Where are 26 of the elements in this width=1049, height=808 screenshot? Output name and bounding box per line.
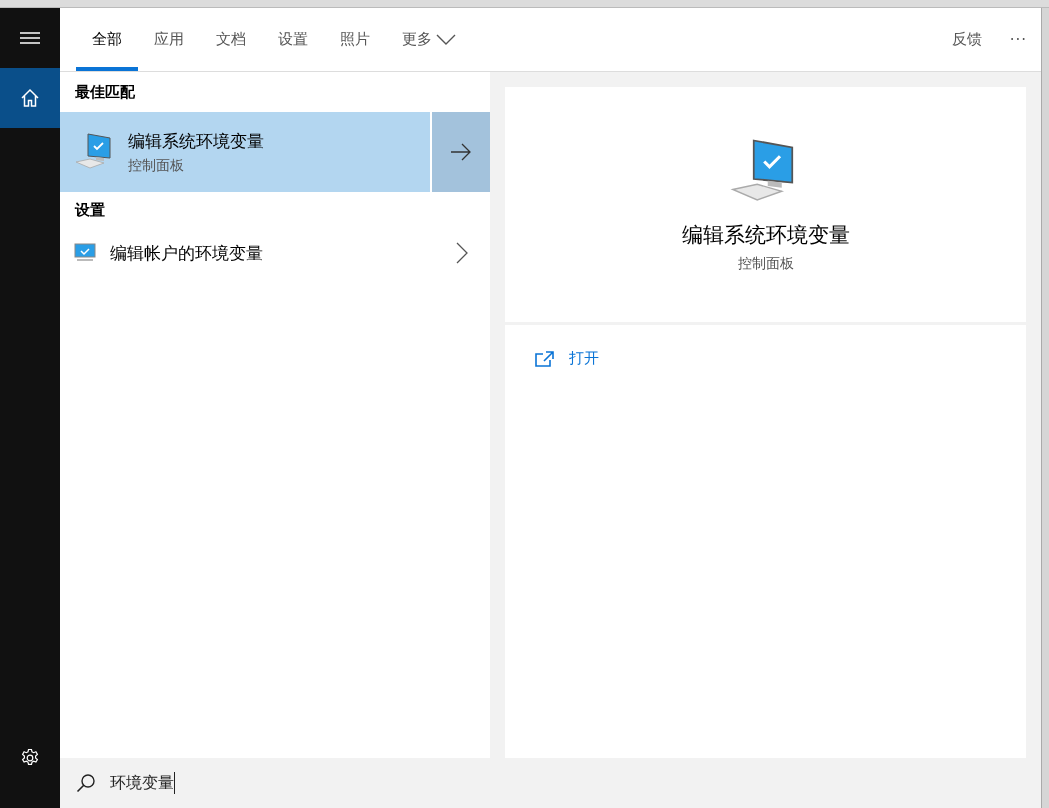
external-link-icon [535,350,555,367]
result-item[interactable]: 编辑系统环境变量 控制面板 [60,112,490,192]
filter-tab[interactable]: 照片 [324,8,386,71]
filter-tab[interactable]: 应用 [138,8,200,71]
filter-tab[interactable]: 设置 [262,8,324,71]
result-subtitle: 控制面板 [128,156,185,175]
preview-title: 编辑系统环境变量 [681,221,850,249]
feedback-link[interactable]: 反馈 [951,30,982,49]
home-icon [20,88,40,108]
home-button[interactable] [0,68,60,128]
more-button[interactable]: ··· [1009,30,1027,49]
filter-tab[interactable]: 文档 [200,8,262,71]
search-icon [76,773,96,793]
result-title: 编辑帐户的环境变量 [110,241,264,265]
open-action[interactable]: 打开 [535,349,599,368]
result-title: 编辑系统环境变量 [128,129,265,153]
monitor-icon [74,243,96,263]
arrow-right-icon [450,143,472,161]
section-heading: 设置 [73,200,106,221]
result-item[interactable]: 编辑帐户的环境变量 [60,230,490,276]
filter-tab[interactable]: 更多 [386,8,472,71]
menu-icon [20,31,40,45]
chevron-right-icon [456,242,468,264]
preview-subtitle: 控制面板 [737,254,794,273]
section-heading: 最佳匹配 [74,82,136,103]
settings-icon [20,748,40,768]
